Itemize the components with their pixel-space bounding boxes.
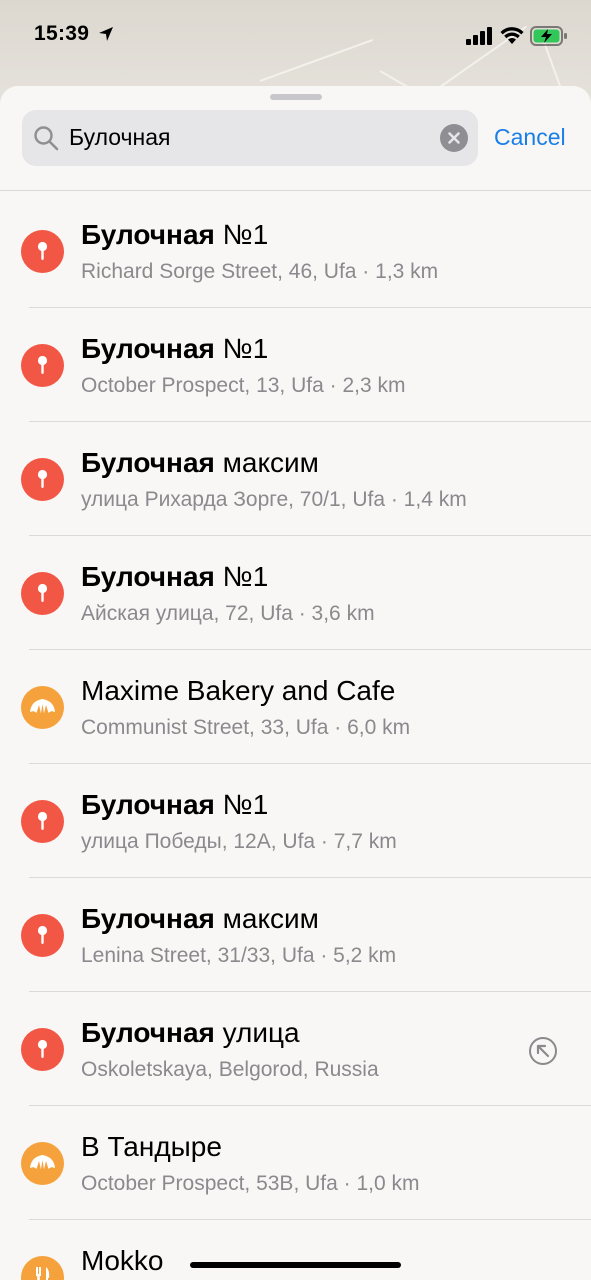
result-row[interactable]: Булочная №1 Richard Sorge Street, 46, Ufa… (0, 194, 591, 308)
result-title-rest: №1 (214, 789, 269, 820)
fill-query-arrow-icon[interactable] (528, 1036, 558, 1071)
result-title: Maxime Bakery and Cafe (81, 675, 395, 707)
status-time: 15:39 (34, 22, 90, 45)
wifi-icon (500, 27, 524, 44)
pin-icon (21, 1028, 64, 1071)
result-title-match: Булочная (81, 219, 215, 250)
status-bar: 15:39 (0, 0, 591, 70)
search-sheet: Булочная Cancel Булочная №1 Richard Sorge… (0, 86, 591, 1280)
result-row[interactable]: Булочная №1 улица Победы, 12А, Ufa · 7,7 … (0, 764, 591, 878)
result-title: Булочная улица (81, 1017, 300, 1049)
result-subtitle: улица Победы, 12А, Ufa · 7,7 km (81, 830, 397, 853)
result-subtitle: Oskoletskaya, Belgorod, Russia (81, 1058, 379, 1081)
result-title-match: Булочная (81, 447, 215, 478)
result-title-match: Булочная (81, 789, 215, 820)
pin-icon (21, 230, 64, 273)
home-indicator[interactable] (190, 1262, 401, 1268)
result-title-rest: В Тандыре (81, 1131, 222, 1162)
header-divider (0, 190, 591, 191)
search-icon (34, 126, 59, 151)
result-title: Mokko (81, 1245, 163, 1277)
result-row[interactable]: Maxime Bakery and Cafe Communist Street, … (0, 650, 591, 764)
fork-knife-icon (21, 1256, 64, 1280)
result-title-rest: максим (214, 447, 319, 478)
result-subtitle: October Prospect, 53В, Ufa · 1,0 km (81, 1172, 420, 1195)
result-title: Булочная №1 (81, 333, 268, 365)
result-title: Булочная №1 (81, 219, 268, 251)
pin-icon (21, 572, 64, 615)
result-title-rest: улица (214, 1017, 300, 1048)
pin-icon (21, 800, 64, 843)
cellular-signal-icon (466, 27, 492, 45)
result-subtitle: Richard Sorge Street, 46, Ufa · 1,3 km (81, 260, 439, 283)
result-title-rest: №1 (214, 561, 269, 592)
result-title-rest: максим (214, 903, 319, 934)
result-subtitle: Communist Street, 33, Ufa · 6,0 km (81, 716, 411, 739)
result-row[interactable]: Булочная улица Oskoletskaya, Belgorod, Ru… (0, 992, 591, 1106)
result-subtitle: улица Рихарда Зорге, 70/1, Ufa · 1,4 km (81, 488, 467, 511)
result-row[interactable]: Булочная №1 Айская улица, 72, Ufa · 3,6 k… (0, 536, 591, 650)
result-row[interactable]: Булочная максим улица Рихарда Зорге, 70/1… (0, 422, 591, 536)
result-title-match: Булочная (81, 561, 215, 592)
location-arrow-icon (99, 27, 113, 41)
pin-icon (21, 344, 64, 387)
clear-search-button[interactable] (440, 124, 468, 152)
result-row[interactable]: Mokko (0, 1220, 591, 1280)
result-title: Булочная №1 (81, 789, 268, 821)
result-title-match: Булочная (81, 903, 215, 934)
result-row[interactable]: В Тандыре October Prospect, 53В, Ufa · 1,… (0, 1106, 591, 1220)
results-list: Булочная №1 Richard Sorge Street, 46, Ufa… (0, 194, 591, 1280)
result-subtitle: Айская улица, 72, Ufa · 3,6 km (81, 602, 375, 625)
result-title: Булочная максим (81, 447, 319, 479)
result-title-match: Булочная (81, 1017, 215, 1048)
clear-icon (448, 132, 460, 144)
result-title-match: Булочная (81, 333, 215, 364)
result-title-rest: Mokko (81, 1245, 164, 1276)
result-subtitle: October Prospect, 13, Ufa · 2,3 km (81, 374, 406, 397)
result-title: Булочная максим (81, 903, 319, 935)
sheet-grabber[interactable] (270, 94, 322, 100)
result-title-rest: Maxime Bakery and Cafe (81, 675, 396, 706)
search-field[interactable]: Булочная (22, 110, 478, 166)
result-title-rest: №1 (214, 219, 269, 250)
croissant-icon (21, 686, 64, 729)
result-title: В Тандыре (81, 1131, 222, 1163)
result-row[interactable]: Булочная №1 October Prospect, 13, Ufa · 2… (0, 308, 591, 422)
pin-icon (21, 914, 64, 957)
result-title: Булочная №1 (81, 561, 268, 593)
cancel-button[interactable]: Cancel (494, 124, 566, 151)
croissant-icon (21, 1142, 64, 1185)
result-row[interactable]: Булочная максим Lenina Street, 31/33, Ufa… (0, 878, 591, 992)
search-input[interactable]: Булочная (69, 124, 170, 151)
pin-icon (21, 458, 64, 501)
battery-charging-icon (530, 26, 567, 46)
result-subtitle: Lenina Street, 31/33, Ufa · 5,2 km (81, 944, 397, 967)
result-title-rest: №1 (214, 333, 269, 364)
